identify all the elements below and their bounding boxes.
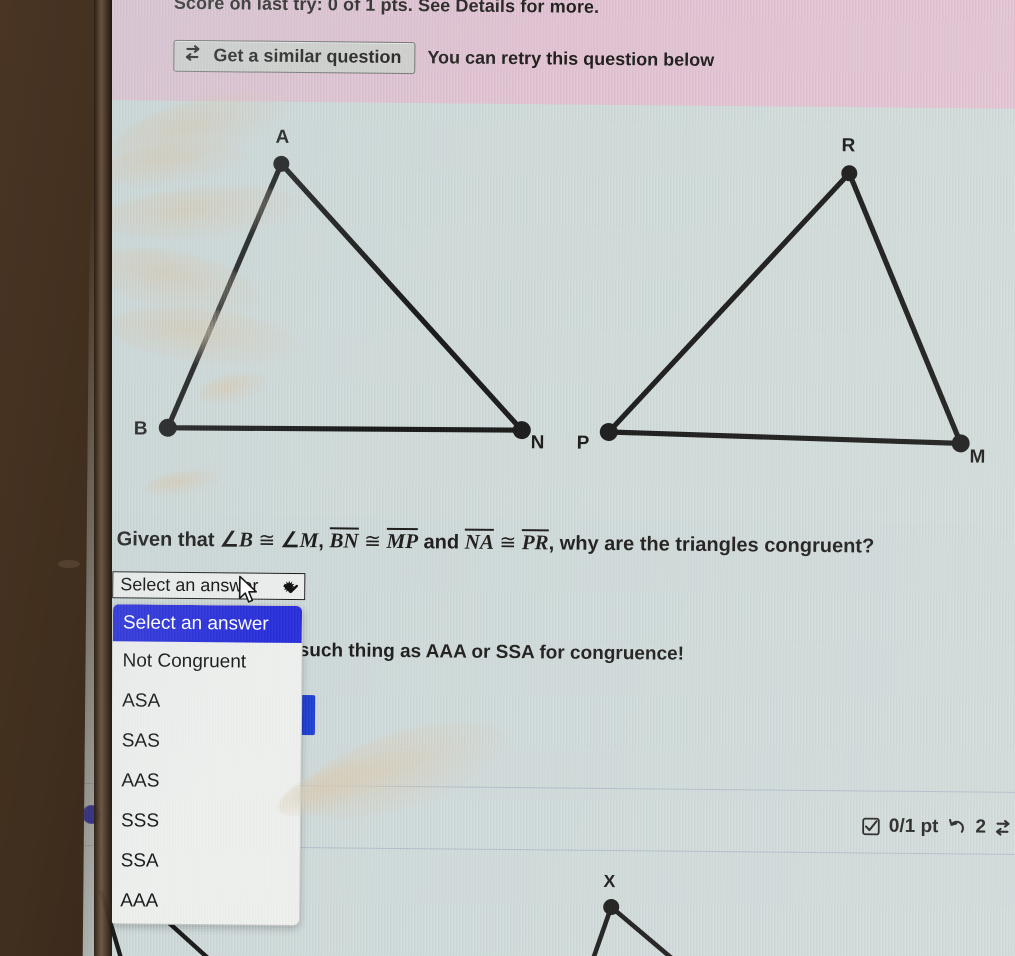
angle-m: M bbox=[299, 528, 319, 553]
segment-na: NA bbox=[464, 528, 495, 554]
get-similar-question-button[interactable]: Get a similar question bbox=[173, 39, 416, 74]
triangles-svg bbox=[158, 155, 970, 453]
hidden-highlight-sliver bbox=[300, 695, 316, 736]
segment-mp: MP bbox=[386, 527, 419, 554]
chevron-down-icon: ✹ bbox=[283, 578, 298, 595]
answer-select[interactable]: Select an answer ✹ bbox=[112, 571, 306, 601]
dropdown-option-aas[interactable]: AAS bbox=[111, 761, 300, 803]
question-prompt: Given that ∠B ≅ ∠M, BN ≅ MP and NA ≅ PR,… bbox=[117, 525, 1015, 560]
congruent-symbol-3: ≅ bbox=[499, 531, 517, 555]
question-comma-1: , bbox=[318, 530, 324, 553]
question-tail: , why are the triangles congruent? bbox=[548, 532, 875, 558]
partial-triangle-x bbox=[585, 899, 695, 956]
dropdown-option-select-an-answer[interactable]: Select an answer bbox=[112, 604, 303, 644]
mouse-cursor-icon bbox=[238, 575, 260, 610]
vertex-label-p: P bbox=[576, 432, 590, 454]
attempts-count: 2 bbox=[975, 816, 987, 838]
monitor-bezel bbox=[0, 0, 112, 956]
angle-symbol-2: ∠ bbox=[280, 527, 300, 553]
bezel-glare bbox=[58, 560, 80, 568]
question-lead: Given that bbox=[116, 528, 215, 552]
retry-row: Get a similar question You can retry thi… bbox=[173, 39, 715, 77]
feedback-text: here is no such thing as AAA or SSA for … bbox=[203, 639, 685, 665]
dropdown-option-sas[interactable]: SAS bbox=[112, 721, 301, 763]
vertex-label-r: R bbox=[841, 135, 856, 157]
retry-note: You can retry this question below bbox=[427, 47, 715, 71]
answer-select-dropdown[interactable]: Select an answer Not Congruent ASA SAS A… bbox=[109, 603, 304, 927]
triangle-abn-shape bbox=[158, 155, 531, 440]
congruent-symbol-1: ≅ bbox=[258, 529, 276, 552]
score-text: Score on last try: 0 of 1 pts. See Detai… bbox=[173, 0, 600, 17]
dropdown-option-aaa[interactable]: AAA bbox=[110, 881, 299, 923]
dropdown-option-asa[interactable]: ASA bbox=[112, 681, 301, 723]
points-label: 0/1 pt bbox=[888, 815, 939, 838]
angle-b: B bbox=[238, 527, 254, 552]
score-banner: Score on last try: 0 of 1 pts. See Detai… bbox=[90, 0, 1015, 109]
assignment-page: Score on last try: 0 of 1 pts. See Detai… bbox=[82, 0, 1015, 956]
triangles-diagram: A B N R P M bbox=[86, 99, 1015, 524]
segment-pr: PR bbox=[521, 529, 549, 555]
screen-smudge bbox=[288, 702, 516, 839]
shuffle-arrows-icon bbox=[185, 45, 204, 66]
screenshot-root: Score on last try: 0 of 1 pts. See Detai… bbox=[0, 0, 1015, 956]
dropdown-option-not-congruent[interactable]: Not Congruent bbox=[112, 641, 301, 683]
shuffle-arrows-icon[interactable] bbox=[995, 819, 1014, 836]
segment-bn: BN bbox=[329, 527, 359, 553]
dropdown-option-ssa[interactable]: SSA bbox=[110, 841, 299, 883]
vertex-label-m: M bbox=[969, 446, 986, 468]
congruent-symbol-2: ≅ bbox=[364, 530, 382, 553]
question-meta: 0/1 pt 2 bbox=[862, 815, 1014, 838]
vertex-label-n: N bbox=[530, 432, 545, 454]
vertex-label-x: X bbox=[603, 870, 616, 892]
triangle-prm-shape bbox=[599, 165, 970, 453]
monitor-screen: Score on last try: 0 of 1 pts. See Detai… bbox=[82, 0, 1015, 956]
vertex-label-a: A bbox=[275, 126, 290, 148]
dropdown-option-sss[interactable]: SSS bbox=[111, 801, 300, 843]
question-conjunction: and bbox=[423, 531, 460, 554]
vertex-label-b: B bbox=[133, 418, 148, 440]
angle-symbol-1: ∠ bbox=[219, 527, 240, 552]
get-similar-question-label: Get a similar question bbox=[213, 45, 402, 67]
checkbox-checked-icon[interactable] bbox=[862, 817, 880, 836]
undo-arrow-icon[interactable] bbox=[947, 818, 966, 836]
